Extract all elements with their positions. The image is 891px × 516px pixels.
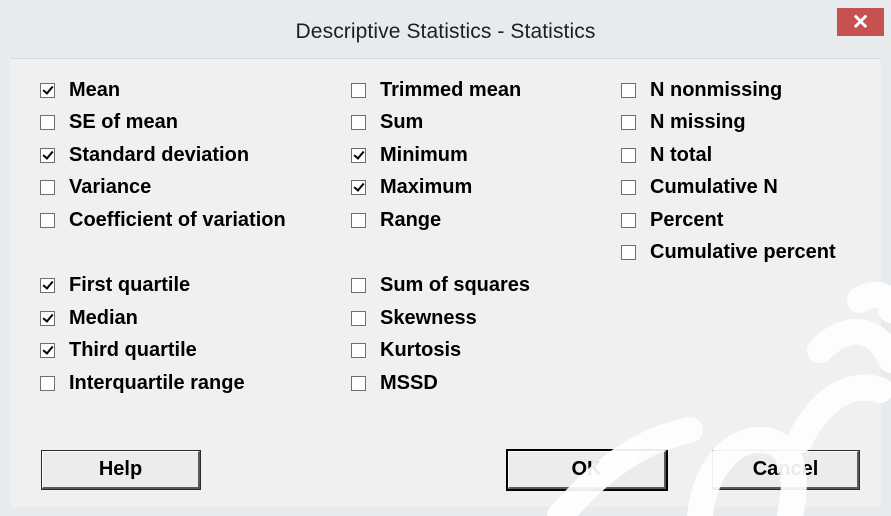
- checkbox-box[interactable]: [351, 212, 366, 228]
- dialog-window: Descriptive Statistics - Statistics ✕ Me…: [0, 0, 891, 516]
- checkbox-coefficient-of-variation[interactable]: Coefficient of variation: [40, 208, 286, 232]
- checkbox-box[interactable]: [40, 375, 55, 391]
- checkbox-box[interactable]: [40, 82, 55, 98]
- close-button[interactable]: ✕: [837, 8, 884, 36]
- checkbox-box[interactable]: [351, 375, 366, 391]
- checkbox-label: Minimum: [380, 143, 468, 166]
- checkbox-first-quartile[interactable]: First quartile: [40, 273, 190, 297]
- checkbox-n-total[interactable]: N total: [621, 143, 712, 167]
- checkbox-median[interactable]: Median: [40, 306, 138, 330]
- checkbox-interquartile-range[interactable]: Interquartile range: [40, 371, 245, 395]
- checkbox-label: Maximum: [380, 175, 473, 198]
- checkbox-label: Variance: [69, 175, 152, 198]
- checkbox-label: N nonmissing: [650, 78, 783, 101]
- checkbox-label: Interquartile range: [69, 371, 245, 394]
- checkbox-label: Sum of squares: [380, 273, 531, 296]
- checkbox-label: Kurtosis: [380, 338, 462, 361]
- cancel-button[interactable]: Cancel: [713, 451, 859, 489]
- checkbox-label: MSSD: [380, 371, 438, 394]
- checkbox-cumulative-n[interactable]: Cumulative N: [621, 175, 778, 199]
- checkbox-box[interactable]: [351, 147, 366, 163]
- checkbox-label: Skewness: [380, 306, 477, 329]
- window-frame-right: [881, 58, 891, 516]
- checkbox-mean[interactable]: Mean: [40, 78, 120, 102]
- close-icon: ✕: [851, 10, 870, 34]
- checkbox-cumulative-percent[interactable]: Cumulative percent: [621, 240, 836, 264]
- checkbox-skewness[interactable]: Skewness: [351, 306, 477, 330]
- title-bar: Descriptive Statistics - Statistics ✕: [0, 0, 891, 58]
- window-frame-bottom: [0, 506, 891, 516]
- checkbox-label: Third quartile: [69, 338, 197, 361]
- checkbox-label: Cumulative N: [650, 175, 778, 198]
- checkbox-maximum[interactable]: Maximum: [351, 175, 472, 199]
- checkbox-label: Range: [380, 208, 442, 231]
- checkbox-box[interactable]: [351, 342, 366, 358]
- help-button[interactable]: Help: [42, 451, 200, 489]
- checkbox-percent[interactable]: Percent: [621, 208, 723, 232]
- checkbox-sum-of-squares[interactable]: Sum of squares: [351, 273, 530, 297]
- checkbox-box[interactable]: [40, 342, 55, 358]
- checkbox-box[interactable]: [40, 212, 55, 228]
- checkbox-label: Mean: [69, 78, 121, 101]
- checkbox-box[interactable]: [621, 244, 636, 260]
- checkbox-label: Coefficient of variation: [69, 208, 286, 231]
- checkbox-box[interactable]: [40, 114, 55, 130]
- checkbox-label: N missing: [650, 110, 746, 133]
- checkbox-n-missing[interactable]: N missing: [621, 110, 746, 134]
- checkbox-label: First quartile: [69, 273, 191, 296]
- checkbox-label: Trimmed mean: [380, 78, 522, 101]
- checkbox-third-quartile[interactable]: Third quartile: [40, 338, 197, 362]
- checkbox-box[interactable]: [621, 179, 636, 195]
- checkbox-box[interactable]: [621, 147, 636, 163]
- checkbox-label: SE of mean: [69, 110, 178, 133]
- ok-button[interactable]: OK: [508, 451, 666, 489]
- checkbox-sum[interactable]: Sum: [351, 110, 423, 134]
- checkbox-box[interactable]: [351, 114, 366, 130]
- checkbox-box[interactable]: [351, 82, 366, 98]
- checkbox-box[interactable]: [40, 277, 55, 293]
- checkbox-box[interactable]: [40, 310, 55, 326]
- checkbox-label: Percent: [650, 208, 724, 231]
- window-frame-left: [0, 58, 10, 516]
- checkbox-label: N total: [650, 143, 713, 166]
- checkbox-kurtosis[interactable]: Kurtosis: [351, 338, 461, 362]
- checkbox-label: Cumulative percent: [650, 240, 836, 263]
- checkbox-se-of-mean[interactable]: SE of mean: [40, 110, 178, 134]
- dialog-title: Descriptive Statistics - Statistics: [295, 20, 596, 43]
- help-button-label: Help: [98, 458, 143, 480]
- checkbox-box[interactable]: [621, 82, 636, 98]
- checkbox-label: Standard deviation: [69, 143, 250, 166]
- cancel-button-label: Cancel: [752, 458, 819, 480]
- checkbox-trimmed-mean[interactable]: Trimmed mean: [351, 78, 521, 102]
- checkbox-range[interactable]: Range: [351, 208, 441, 232]
- checkbox-minimum[interactable]: Minimum: [351, 143, 468, 167]
- checkbox-mssd[interactable]: MSSD: [351, 371, 438, 395]
- checkbox-box[interactable]: [351, 179, 366, 195]
- checkbox-box[interactable]: [621, 114, 636, 130]
- checkbox-box[interactable]: [351, 310, 366, 326]
- checkbox-standard-deviation[interactable]: Standard deviation: [40, 143, 249, 167]
- checkbox-box[interactable]: [40, 147, 55, 163]
- checkbox-box[interactable]: [40, 179, 55, 195]
- checkbox-label: Median: [69, 306, 138, 329]
- checkbox-box[interactable]: [351, 277, 366, 293]
- checkbox-variance[interactable]: Variance: [40, 175, 151, 199]
- checkbox-n-nonmissing[interactable]: N nonmissing: [621, 78, 782, 102]
- checkbox-box[interactable]: [621, 212, 636, 228]
- checkbox-label: Sum: [380, 110, 424, 133]
- ok-button-label: OK: [571, 458, 602, 480]
